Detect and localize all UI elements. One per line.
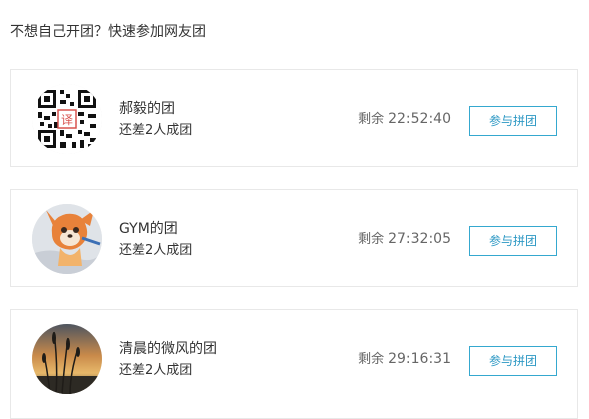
countdown-label: 剩余 [358,112,385,127]
group-host-name: 清晨的微风的团 [119,341,217,357]
join-group-button[interactable]: 参与拼团 [469,106,557,136]
group-card: 译 郝毅的团 还差2人成团 剩余 22:52:40 参与拼团 [10,69,578,167]
members-needed-text: 还差2人成团 [119,243,193,258]
qr-code-avatar: 译 [32,84,102,154]
countdown-time: 22:52:40 [388,111,451,127]
section-title: 不想自己开团？快速参加网友团 [10,24,206,40]
qr-code-icon: 译 [32,84,102,154]
join-group-button[interactable]: 参与拼团 [469,346,557,376]
join-group-button[interactable]: 参与拼团 [469,226,557,256]
members-needed-text: 还差2人成团 [119,123,193,138]
countdown: 剩余 29:16:31 [358,350,451,369]
group-card: 清晨的微风的团 还差2人成团 剩余 29:16:31 参与拼团 [10,309,578,419]
countdown-time: 29:16:31 [388,351,451,367]
svg-text:译: 译 [61,113,73,127]
countdown: 剩余 22:52:40 [358,110,451,129]
group-card: GYM的团 还差2人成团 剩余 27:32:05 参与拼团 [10,189,578,287]
countdown-time: 27:32:05 [388,231,451,247]
countdown-label: 剩余 [358,232,385,247]
group-host-name: GYM的团 [119,221,178,237]
countdown-label: 剩余 [358,352,385,367]
members-needed-text: 还差2人成团 [119,363,193,378]
countdown: 剩余 27:32:05 [358,230,451,249]
group-host-name: 郝毅的团 [119,101,175,117]
cartoon-avatar [32,204,102,274]
sunset-grass-avatar [32,324,102,394]
cartoon-character-icon [32,204,102,274]
sunset-grass-icon [32,324,102,394]
